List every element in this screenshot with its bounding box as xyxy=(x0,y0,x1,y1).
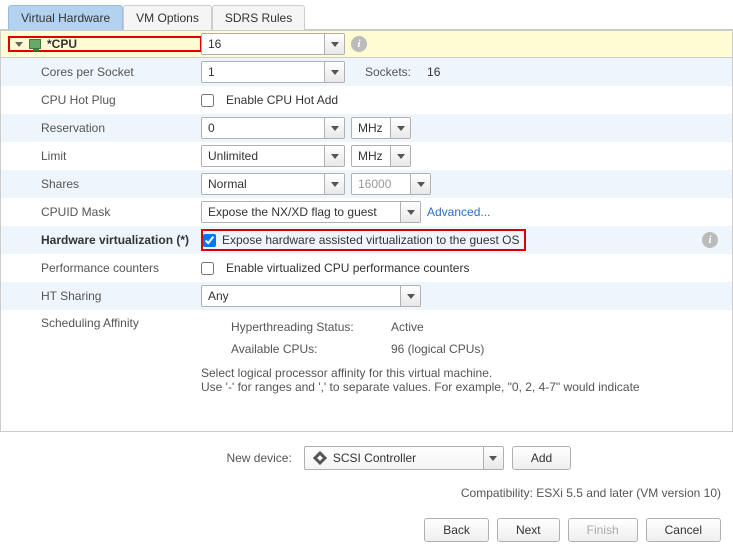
tab-sdrs-rules[interactable]: SDRS Rules xyxy=(212,5,305,30)
hardware-virt-highlight: Expose hardware assisted virtualization … xyxy=(201,229,526,251)
shares-select[interactable]: Normal xyxy=(201,173,345,195)
perf-counters-checkbox[interactable] xyxy=(201,262,214,275)
sched-affinity-row: Scheduling Affinity Hyperthreading Statu… xyxy=(1,310,732,400)
ht-sharing-value: Any xyxy=(202,289,400,303)
ht-status-label: Hyperthreading Status: xyxy=(231,320,391,334)
tab-virtual-hardware[interactable]: Virtual Hardware xyxy=(8,5,123,30)
tabs-bar: Virtual Hardware VM Options SDRS Rules xyxy=(0,5,733,30)
cpu-count-select[interactable]: 16 xyxy=(201,33,345,55)
cpu-icon xyxy=(29,39,41,49)
add-button[interactable]: Add xyxy=(512,446,571,470)
shares-row: Shares Normal 16000 xyxy=(1,170,732,198)
footer: New device: SCSI Controller Add Compatib… xyxy=(0,432,733,550)
tab-vm-options[interactable]: VM Options xyxy=(123,5,212,30)
back-button[interactable]: Back xyxy=(424,518,489,542)
limit-unit-select[interactable]: MHz xyxy=(351,145,411,167)
cpu-count-value: 16 xyxy=(202,37,324,51)
limit-input[interactable]: Unlimited xyxy=(201,145,345,167)
cores-per-socket-select[interactable]: 1 xyxy=(201,61,345,83)
ht-sharing-row: HT Sharing Any xyxy=(1,282,732,310)
cpu-row[interactable]: *CPU 16 i xyxy=(1,30,732,58)
shares-value: Normal xyxy=(202,177,324,191)
new-device-value: SCSI Controller xyxy=(333,451,416,465)
cpu-hot-plug-checkbox[interactable] xyxy=(201,94,214,107)
dropdown-icon[interactable] xyxy=(324,146,344,166)
dropdown-icon[interactable] xyxy=(324,174,344,194)
sched-affinity-label: Scheduling Affinity xyxy=(9,316,201,330)
shares-input-value: 16000 xyxy=(352,177,410,191)
new-device-label: New device: xyxy=(162,451,292,465)
cpuid-advanced-link[interactable]: Advanced... xyxy=(427,205,490,219)
reservation-label: Reservation xyxy=(9,121,201,135)
hardware-virt-checkbox[interactable] xyxy=(203,234,216,247)
cores-per-socket-label: Cores per Socket xyxy=(9,65,201,79)
expand-icon[interactable] xyxy=(15,42,23,47)
cpu-hot-plug-row: CPU Hot Plug Enable CPU Hot Add xyxy=(1,86,732,114)
shares-label: Shares xyxy=(9,177,201,191)
cores-per-socket-row: Cores per Socket 1 Sockets: 16 xyxy=(1,58,732,86)
perf-counters-row: Performance counters Enable virtualized … xyxy=(1,254,732,282)
cpuid-mask-value: Expose the NX/XD flag to guest xyxy=(202,205,400,219)
shares-input[interactable]: 16000 xyxy=(351,173,431,195)
cpuid-mask-row: CPUID Mask Expose the NX/XD flag to gues… xyxy=(1,198,732,226)
dropdown-icon[interactable] xyxy=(324,62,344,82)
reservation-unit: MHz xyxy=(352,121,390,135)
reservation-input[interactable]: 0 xyxy=(201,117,345,139)
dropdown-icon[interactable] xyxy=(390,146,410,166)
reservation-unit-select[interactable]: MHz xyxy=(351,117,411,139)
perf-counters-text: Enable virtualized CPU performance count… xyxy=(226,261,469,275)
sockets-label: Sockets: xyxy=(365,65,411,79)
ht-status-value: Active xyxy=(391,320,424,334)
cpu-hot-plug-text: Enable CPU Hot Add xyxy=(226,93,338,107)
avail-cpus-label: Available CPUs: xyxy=(231,342,391,356)
reservation-row: Reservation 0 MHz xyxy=(1,114,732,142)
avail-cpus-value: 96 (logical CPUs) xyxy=(391,342,484,356)
limit-value: Unlimited xyxy=(202,149,324,163)
cpuid-mask-label: CPUID Mask xyxy=(9,205,201,219)
wizard-buttons: Back Next Finish Cancel xyxy=(12,518,721,542)
dropdown-icon[interactable] xyxy=(483,447,503,469)
sched-help-1: Select logical processor affinity for th… xyxy=(201,360,724,380)
cores-value: 1 xyxy=(202,65,324,79)
reservation-value: 0 xyxy=(202,121,324,135)
cpuid-mask-select[interactable]: Expose the NX/XD flag to guest xyxy=(201,201,421,223)
dropdown-icon[interactable] xyxy=(400,286,420,306)
dropdown-icon[interactable] xyxy=(324,118,344,138)
scsi-icon xyxy=(313,451,327,465)
info-icon[interactable]: i xyxy=(702,232,718,248)
cpu-hot-plug-label: CPU Hot Plug xyxy=(9,93,201,107)
new-device-row: New device: SCSI Controller Add xyxy=(12,440,721,474)
perf-counters-label: Performance counters xyxy=(9,261,201,275)
limit-unit: MHz xyxy=(352,149,390,163)
limit-label: Limit xyxy=(9,149,201,163)
ht-sharing-select[interactable]: Any xyxy=(201,285,421,307)
hardware-panel: *CPU 16 i Cores per Socket 1 Sockets: 16… xyxy=(0,30,733,432)
hardware-virt-text: Expose hardware assisted virtualization … xyxy=(222,233,520,247)
dropdown-icon[interactable] xyxy=(410,174,430,194)
cancel-button[interactable]: Cancel xyxy=(646,518,721,542)
dropdown-icon[interactable] xyxy=(390,118,410,138)
compatibility-text: Compatibility: ESXi 5.5 and later (VM ve… xyxy=(12,474,721,518)
dropdown-icon[interactable] xyxy=(400,202,420,222)
sched-help-2: Use '-' for ranges and ',' to separate v… xyxy=(201,380,724,394)
ht-sharing-label: HT Sharing xyxy=(9,289,201,303)
hardware-virt-label: Hardware virtualization (*) xyxy=(9,233,201,247)
finish-button: Finish xyxy=(568,518,638,542)
dropdown-icon[interactable] xyxy=(324,34,344,54)
new-device-select[interactable]: SCSI Controller xyxy=(304,446,504,470)
sockets-value: 16 xyxy=(427,65,440,79)
info-icon[interactable]: i xyxy=(351,36,367,52)
limit-row: Limit Unlimited MHz xyxy=(1,142,732,170)
hardware-virt-row: Hardware virtualization (*) Expose hardw… xyxy=(1,226,732,254)
next-button[interactable]: Next xyxy=(497,518,560,542)
cpu-label: *CPU xyxy=(47,37,77,51)
